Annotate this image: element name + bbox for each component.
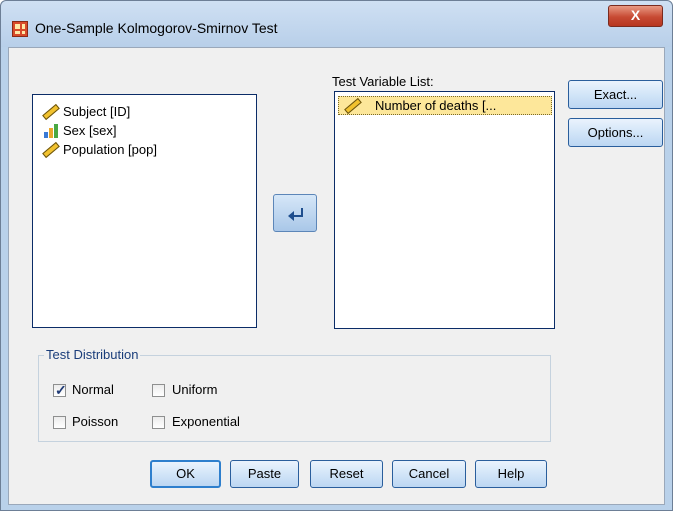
exponential-label[interactable]: Exponential (172, 414, 240, 429)
exponential-checkbox[interactable] (152, 416, 165, 429)
variable-item-population[interactable]: Population [pop] (42, 141, 243, 159)
ruler-scale-icon (42, 103, 60, 121)
check-mark-icon: ✓ (55, 382, 67, 398)
poisson-checkbox[interactable] (53, 416, 66, 429)
source-variable-list[interactable]: Subject [ID] Sex [sex] Population [pop] (32, 94, 257, 328)
ruler-scale-icon (42, 141, 60, 159)
poisson-label[interactable]: Poisson (72, 414, 118, 429)
variable-label: Sex [sex] (63, 123, 117, 138)
cancel-button[interactable]: Cancel (392, 460, 466, 488)
uniform-label[interactable]: Uniform (172, 382, 218, 397)
paste-button[interactable]: Paste (230, 460, 299, 488)
dialog-window: One-Sample Kolmogorov-Smirnov Test X Sub… (0, 0, 673, 511)
move-arrow-icon (288, 208, 303, 221)
help-button[interactable]: Help (475, 460, 547, 488)
ruler-scale-icon (344, 97, 362, 115)
variable-item-subject[interactable]: Subject [ID] (42, 103, 243, 121)
variable-item-sex[interactable]: Sex [sex] (43, 122, 243, 140)
variable-label: Population [pop] (63, 142, 157, 157)
test-variable-item-selected[interactable]: Number of deaths [... (338, 96, 552, 115)
variable-label: Number of deaths [... (375, 98, 497, 113)
normal-checkbox[interactable]: ✓ (53, 382, 67, 398)
test-variable-list-label: Test Variable List: (332, 74, 434, 89)
uniform-checkbox[interactable] (152, 384, 165, 397)
test-distribution-legend: Test Distribution (44, 347, 141, 362)
test-variable-list[interactable]: Number of deaths [... (334, 91, 555, 329)
move-variable-button[interactable] (273, 194, 317, 232)
bar-nominal-icon (43, 123, 59, 139)
reset-button[interactable]: Reset (310, 460, 383, 488)
variable-label: Subject [ID] (63, 104, 131, 119)
ok-button[interactable]: OK (150, 460, 221, 488)
normal-label[interactable]: Normal (72, 382, 114, 397)
spss-app-icon (12, 21, 28, 37)
options-button[interactable]: Options... (568, 118, 663, 147)
window-title: One-Sample Kolmogorov-Smirnov Test (35, 20, 278, 36)
close-button[interactable]: X (608, 5, 663, 27)
title-bar[interactable]: One-Sample Kolmogorov-Smirnov Test X (1, 1, 672, 47)
exact-button[interactable]: Exact... (568, 80, 663, 109)
